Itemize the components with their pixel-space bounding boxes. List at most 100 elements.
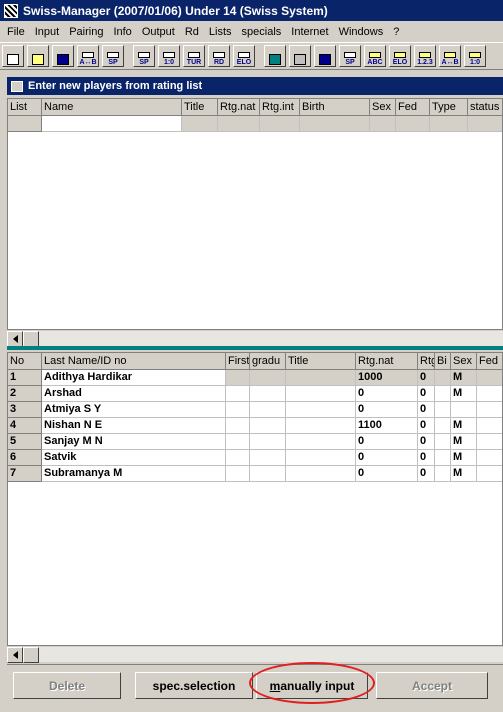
player-rtg-int[interactable]: 0 [418,386,435,402]
player-title[interactable] [286,466,356,482]
player-fed[interactable] [477,466,502,482]
player-birth[interactable] [435,418,451,434]
player-rtg-nat[interactable]: 0 [356,434,418,450]
player-name[interactable]: Satvik [42,450,226,466]
scroll-thumb[interactable] [23,647,39,663]
col-header-first[interactable]: First [226,353,250,370]
sort-ab-icon[interactable]: A↔B [439,45,461,67]
players-hscroll[interactable] [7,646,503,663]
menu-internet[interactable]: Internet [286,26,333,38]
screen-icon[interactable] [264,45,286,67]
player-fed[interactable] [477,434,502,450]
player-gradu[interactable] [250,434,286,450]
player-rtg-int[interactable]: 0 [418,434,435,450]
delete-button[interactable]: Delete [13,672,121,699]
player-title[interactable] [286,386,356,402]
player-gradu[interactable] [250,418,286,434]
sort-elo-icon[interactable]: ELO [389,45,411,67]
player-sex[interactable]: M [451,386,477,402]
player-rtg-int[interactable]: 0 [418,450,435,466]
menu-rd[interactable]: Rd [180,26,204,38]
col-header-title[interactable]: Title [182,99,218,116]
player-first[interactable] [226,466,250,482]
player-birth[interactable] [435,370,451,386]
player-fed[interactable] [477,386,502,402]
col-header-rtg-int[interactable]: Rtg.int [418,353,435,370]
player-first[interactable] [226,386,250,402]
player-rtg-int[interactable]: 0 [418,402,435,418]
open-folder-icon[interactable] [27,45,49,67]
player-rtg-nat[interactable]: 0 [356,450,418,466]
players-grid[interactable]: No Last Name/ID no First gradu Title Rtg… [7,352,503,646]
col-header-rtg-nat[interactable]: Rtg.nat [218,99,260,116]
printer-icon[interactable] [289,45,311,67]
player-rtg-nat[interactable]: 0 [356,402,418,418]
swap-ab-icon[interactable]: A↔B [77,45,99,67]
col-header-fed[interactable]: Fed [396,99,430,116]
rd-icon[interactable]: RD [208,45,230,67]
col-header-status[interactable]: status [468,99,502,116]
player-birth[interactable] [435,466,451,482]
player-rtg-nat[interactable]: 1000 [356,370,418,386]
player-first[interactable] [226,370,250,386]
player-name[interactable]: Adithya Hardikar [42,370,226,386]
player-first[interactable] [226,402,250,418]
result-icon[interactable]: 1:0 [158,45,180,67]
player-sex[interactable]: M [451,418,477,434]
player-fed[interactable] [477,370,502,386]
col-header-list[interactable]: List [8,99,42,116]
menu-help[interactable]: ? [388,26,404,38]
player-title[interactable] [286,450,356,466]
scroll-left-icon[interactable] [7,331,23,347]
player-name[interactable]: Atmiya S Y [42,402,226,418]
sort-abc-icon[interactable]: ABC [364,45,386,67]
player-fed[interactable] [477,450,502,466]
player-name[interactable]: Subramanya M [42,466,226,482]
player-birth[interactable] [435,402,451,418]
player-name[interactable]: Sanjay M N [42,434,226,450]
menu-specials[interactable]: specials [237,26,287,38]
rating-list-hscroll[interactable] [7,330,503,347]
player-rtg-nat[interactable]: 1100 [356,418,418,434]
col-header-title[interactable]: Title [286,353,356,370]
row-indicator[interactable] [8,116,42,132]
player-gradu[interactable] [250,386,286,402]
sp-list-icon[interactable]: SP [133,45,155,67]
accept-button[interactable]: Accept [376,672,488,699]
player-fed[interactable] [477,402,502,418]
menu-info[interactable]: Info [108,26,136,38]
scroll-thumb[interactable] [23,331,39,347]
player-first[interactable] [226,418,250,434]
pane-splitter[interactable] [7,346,503,350]
menu-output[interactable]: Output [137,26,180,38]
player-birth[interactable] [435,386,451,402]
save-disk-icon[interactable] [52,45,74,67]
player-sex[interactable] [451,402,477,418]
player-title[interactable] [286,434,356,450]
col-header-no[interactable]: No [8,353,42,370]
player-title[interactable] [286,418,356,434]
player-gradu[interactable] [250,402,286,418]
tur-icon[interactable]: TUR [183,45,205,67]
sp-doc-icon[interactable]: SP [102,45,124,67]
spec-selection-button[interactable]: spec.selection [135,672,253,699]
sort-123-icon[interactable]: 1.2.3 [414,45,436,67]
col-header-gradu[interactable]: gradu [250,353,286,370]
menu-file[interactable]: File [2,26,30,38]
col-header-fed[interactable]: Fed [477,353,502,370]
player-gradu[interactable] [250,450,286,466]
player-sex[interactable]: M [451,370,477,386]
player-sex[interactable]: M [451,450,477,466]
rating-list-grid[interactable]: List Name Title Rtg.nat Rtg.int Birth Se… [7,98,503,330]
menu-windows[interactable]: Windows [334,26,389,38]
col-header-birth[interactable]: Bi [435,353,451,370]
save-icon[interactable] [314,45,336,67]
player-title[interactable] [286,402,356,418]
player-rtg-nat[interactable]: 0 [356,466,418,482]
player-sex[interactable]: M [451,466,477,482]
player-rtg-int[interactable]: 0 [418,418,435,434]
col-header-type[interactable]: Type [430,99,468,116]
player-birth[interactable] [435,450,451,466]
manually-input-button[interactable]: m anually input [256,672,368,699]
menu-pairing[interactable]: Pairing [64,26,108,38]
